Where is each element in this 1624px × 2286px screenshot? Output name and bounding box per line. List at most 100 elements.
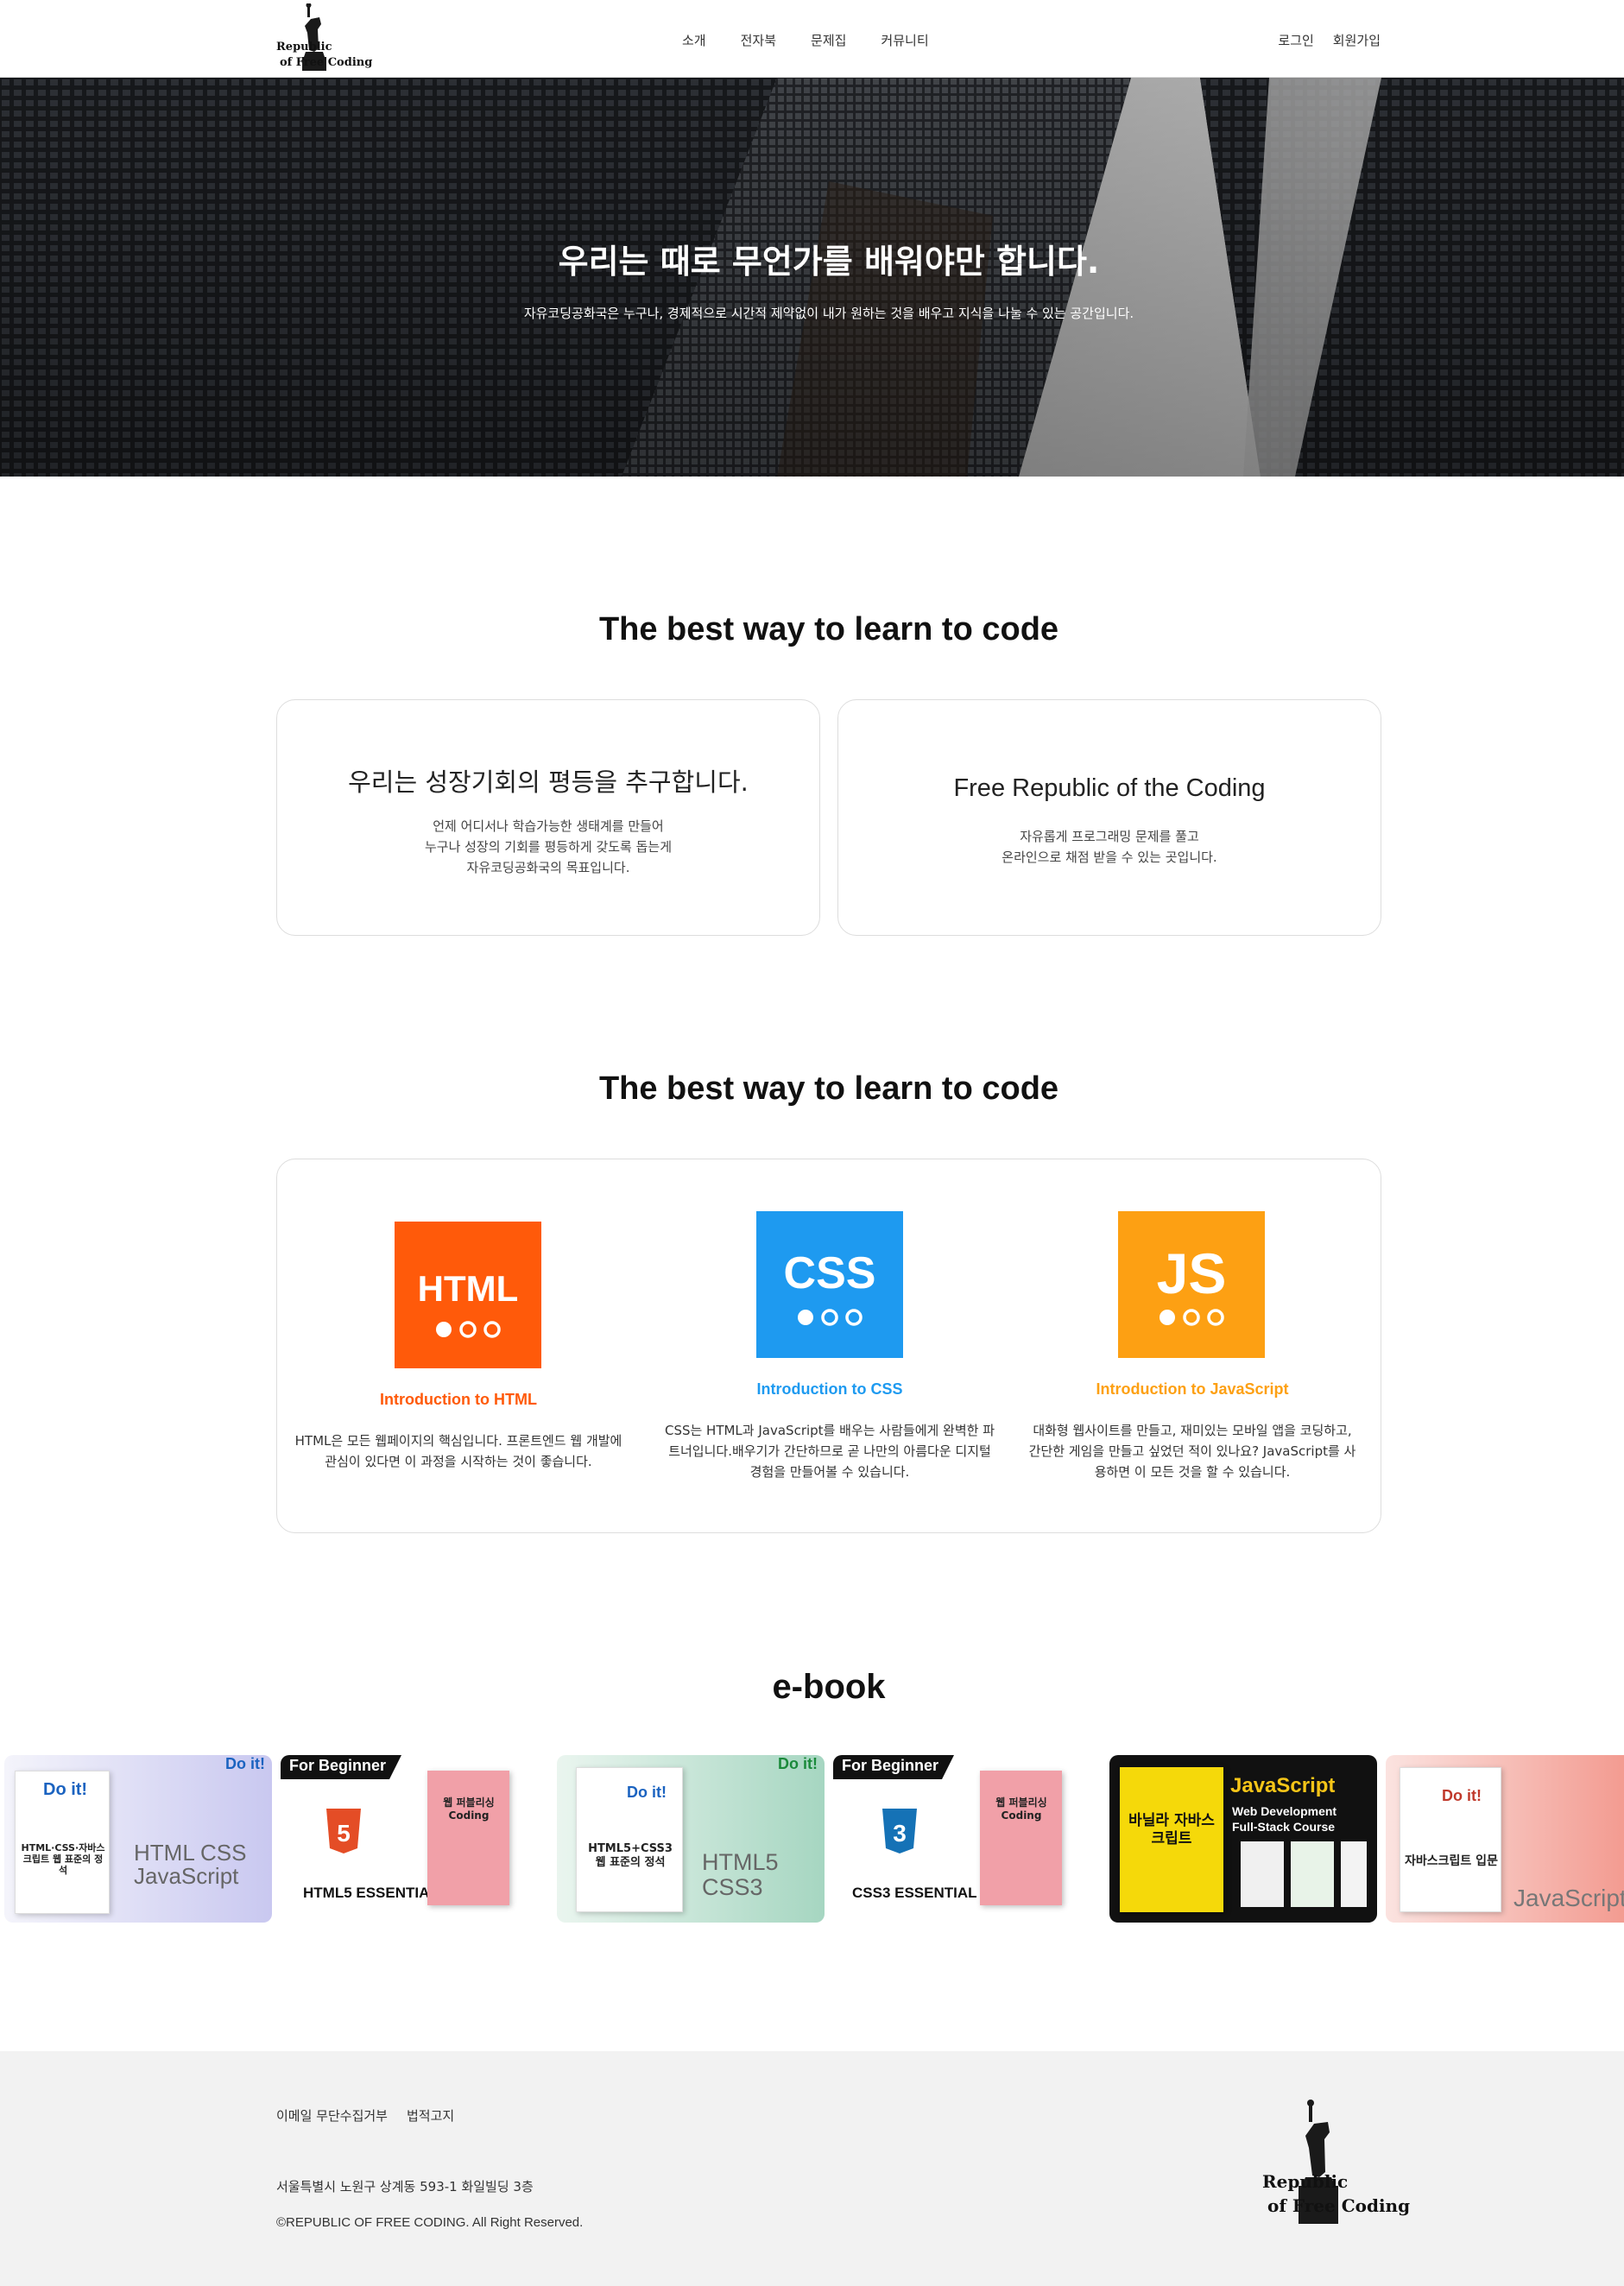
- courses-card: HTML Introduction to HTML HTML은 모든 웹페이지의…: [276, 1159, 1381, 1533]
- ebook-card[interactable]: Do it! HTML·CSS·자바스크립트 웹 표준의 정석 Do it! H…: [4, 1755, 272, 1923]
- ebook-card[interactable]: For Beginner 3 CSS3 ESSENTIAL 웹 퍼블리싱 Cod…: [833, 1755, 1101, 1923]
- book-cover-title: 웹 퍼블리싱 Coding: [443, 1797, 495, 1822]
- card-title: Free Republic of the Coding: [953, 774, 1266, 802]
- course-javascript[interactable]: JS Introduction to JavaScript 대화형 웹사이트를 …: [1011, 1159, 1374, 1534]
- course-desc-line: 용하면 이 모든 것을 할 수 있습니다.: [1094, 1464, 1291, 1480]
- card-text-line: 자유코딩공화국의 목표입니다.: [466, 860, 630, 875]
- card-title: 우리는 성장기회의 평등을 추구합니다.: [348, 767, 749, 797]
- book-title: HTML5 CSS3: [702, 1849, 779, 1900]
- card-text-line: 자유롭게 프로그래밍 문제를 풀고: [1020, 829, 1199, 844]
- footer-links: 이메일 무단수집거부 법적고지: [276, 2106, 454, 2125]
- nav-item-ebook[interactable]: 전자북: [741, 31, 776, 49]
- book-badge: Do it!: [225, 1755, 265, 1772]
- book-cover-title: 바닐라 자바스크립트: [1128, 1812, 1215, 1847]
- svg-text:5: 5: [337, 1820, 351, 1847]
- javascript-logo-icon: JS: [1118, 1211, 1265, 1358]
- footer-copyright: ©REPUBLIC OF FREE CODING. All Right Rese…: [276, 2215, 584, 2230]
- nav-item-community[interactable]: 커뮤니티: [881, 31, 928, 49]
- course-title[interactable]: Introduction to HTML: [277, 1391, 640, 1409]
- book-cover-thumb: [1341, 1841, 1367, 1907]
- nav-item-about[interactable]: 소개: [682, 31, 706, 49]
- card-text-line: 누구나 성장의 기회를 평등하게 갖도록 돕는게: [424, 839, 673, 855]
- section-title-ebook: e-book: [772, 1668, 886, 1706]
- dots-icon: [1160, 1309, 1224, 1326]
- logo-line-1: Republic: [1262, 2171, 1349, 2192]
- book-cover-image: 바닐라 자바스크립트: [1120, 1767, 1223, 1912]
- book-title: HTML CSS JavaScript: [134, 1840, 247, 1889]
- course-desc-line: 트너입니다.배우기가 간단하므로 곧 나만의 아름다운 디지털: [668, 1443, 991, 1459]
- book-title: CSS3 ESSENTIAL: [852, 1885, 977, 1901]
- book-cover-image: Do it! HTML·CSS·자바스크립트 웹 표준의 정석: [15, 1771, 110, 1914]
- ebook-carousel: Do it! HTML·CSS·자바스크립트 웹 표준의 정석 Do it! H…: [0, 1755, 1624, 1923]
- logo-line-1: Republic: [276, 41, 332, 54]
- book-badge: For Beginner: [842, 1757, 939, 1774]
- course-html[interactable]: HTML Introduction to HTML HTML은 모든 웹페이지의…: [277, 1159, 640, 1534]
- book-cover-title: HTML5+CSS3 웹 표준의 정석: [588, 1842, 673, 1869]
- course-desc-line: 관심이 있다면 이 과정을 시작하는 것이 좋습니다.: [325, 1454, 592, 1469]
- login-link[interactable]: 로그인: [1278, 31, 1313, 49]
- hero-subtitle: 자유코딩공화국은 누구나, 경제적으로 시간적 제약없이 내가 원하는 것을 배…: [523, 306, 1134, 321]
- html5-shield-icon: 5: [326, 1809, 361, 1853]
- tile-label: CSS: [783, 1248, 876, 1298]
- svg-text:3: 3: [893, 1820, 907, 1847]
- course-desc-line: CSS는 HTML과 JavaScript를 배우는 사람들에게 완벽한 파: [664, 1423, 995, 1438]
- hero-title: 우리는 때로 무언가를 배워야만 합니다.: [558, 243, 1100, 281]
- dots-icon: [436, 1321, 501, 1338]
- main-nav: 소개 전자북 문제집 커뮤니티: [682, 31, 964, 49]
- book-title: Web Development Full-Stack Course: [1232, 1804, 1337, 1834]
- footer-link-legal[interactable]: 법적고지: [407, 2106, 454, 2125]
- course-desc-line: 대화형 웹사이트를 만들고, 재미있는 모바일 앱을 코딩하고,: [1033, 1423, 1352, 1438]
- section-title-courses: The best way to learn to code: [598, 1070, 1059, 1107]
- auth-links: 로그인 회원가입: [1278, 31, 1381, 49]
- book-title: JavaScript: [1513, 1885, 1624, 1911]
- logo-line-2: of Free Coding: [1267, 2195, 1411, 2216]
- course-title[interactable]: Introduction to CSS: [648, 1380, 1011, 1399]
- dots-icon: [798, 1309, 863, 1326]
- html-logo-icon: HTML: [395, 1222, 541, 1368]
- css3-shield-icon: 3: [882, 1809, 917, 1853]
- hero-banner: 우리는 때로 무언가를 배워야만 합니다. 자유코딩공화국은 누구나, 경제적으…: [0, 78, 1624, 477]
- signup-link[interactable]: 회원가입: [1333, 31, 1381, 49]
- book-cover-title: 자바스크립트 입문: [1405, 1854, 1498, 1868]
- book-cover-thumb: [1241, 1841, 1284, 1907]
- book-tag: Do it!: [1442, 1787, 1482, 1804]
- value-card-equality: 우리는 성장기회의 평등을 추구합니다. 언제 어디서나 학습가능한 생태계를 …: [276, 699, 820, 936]
- book-cover-image: 웹 퍼블리싱 Coding: [980, 1771, 1062, 1905]
- book-cover-image: Do it! 자바스크립트 입문: [1400, 1767, 1501, 1912]
- book-cover-thumb: [1291, 1841, 1334, 1907]
- section-title-values: The best way to learn to code: [598, 611, 1059, 647]
- book-badge: Do it!: [778, 1755, 818, 1772]
- book-cover-title: HTML·CSS·자바스크립트 웹 표준의 정석: [21, 1842, 105, 1876]
- tile-label: HTML: [417, 1268, 519, 1309]
- course-css[interactable]: CSS Introduction to CSS CSS는 HTML과 JavaS…: [648, 1159, 1011, 1534]
- site-header: Republic of Free Coding 소개 전자북 문제집 커뮤니티 …: [0, 0, 1624, 78]
- book-tag: Do it!: [627, 1784, 667, 1801]
- footer-link-email-policy[interactable]: 이메일 무단수집거부: [276, 2106, 388, 2125]
- footer-logo[interactable]: Republic of Free Coding: [1262, 2100, 1410, 2229]
- ebook-card[interactable]: 바닐라 자바스크립트 JavaScript Web Development Fu…: [1109, 1755, 1377, 1923]
- value-card-free-republic: Free Republic of the Coding 자유롭게 프로그래밍 문…: [837, 699, 1381, 936]
- book-tag: Do it!: [43, 1780, 88, 1799]
- course-title[interactable]: Introduction to JavaScript: [1011, 1380, 1374, 1399]
- book-cover-image: Do it! HTML5+CSS3 웹 표준의 정석: [576, 1767, 683, 1912]
- ebook-card[interactable]: Do it! HTML5+CSS3 웹 표준의 정석 Do it! HTML5 …: [557, 1755, 825, 1923]
- book-title: HTML5 ESSENTIAL: [303, 1885, 439, 1901]
- ebook-card[interactable]: For Beginner 5 HTML5 ESSENTIAL 웹 퍼블리싱 Co…: [281, 1755, 548, 1923]
- course-desc-line: 간단한 게임을 만들고 싶었던 적이 있나요? JavaScript를 사: [1028, 1443, 1356, 1459]
- footer-address: 서울특별시 노원구 상계동 593-1 화일빌딩 3층: [276, 2179, 534, 2194]
- book-badge: For Beginner: [289, 1757, 387, 1774]
- site-footer: 이메일 무단수집거부 법적고지 서울특별시 노원구 상계동 593-1 화일빌딩…: [0, 2051, 1624, 2286]
- logo-line-2: of Free Coding: [280, 56, 373, 69]
- nav-item-problems[interactable]: 문제집: [811, 31, 846, 49]
- tile-label: JS: [1156, 1241, 1227, 1305]
- card-text-line: 언제 어디서나 학습가능한 생태계를 만들어: [433, 818, 664, 834]
- book-badge: JavaScript: [1230, 1774, 1336, 1797]
- book-cover-image: 웹 퍼블리싱 Coding: [427, 1771, 509, 1905]
- css-logo-icon: CSS: [756, 1211, 903, 1358]
- site-logo[interactable]: Republic of Free Coding: [276, 3, 372, 73]
- card-text-line: 온라인으로 채점 받을 수 있는 곳입니다.: [1002, 849, 1217, 865]
- course-desc-line: HTML은 모든 웹페이지의 핵심입니다. 프론트엔드 웹 개발에: [294, 1433, 622, 1449]
- book-cover-title: 웹 퍼블리싱 Coding: [995, 1797, 1047, 1822]
- course-desc-line: 경험을 만들어볼 수 있습니다.: [749, 1464, 910, 1480]
- ebook-card[interactable]: Do it! 자바스크립트 입문 Do it! JavaScript: [1386, 1755, 1624, 1923]
